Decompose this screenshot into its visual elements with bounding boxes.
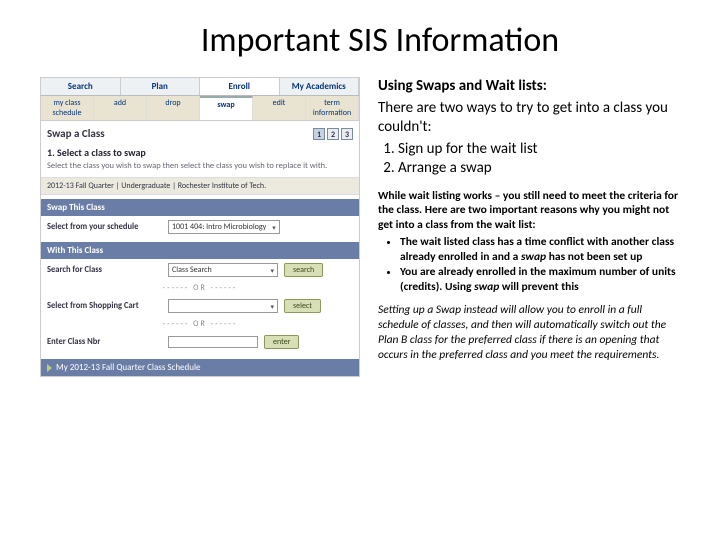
explanation-column: Using Swaps and Wait lists: There are tw… <box>378 77 680 377</box>
chevron-down-icon: ▾ <box>270 302 274 311</box>
shopping-cart-select[interactable]: ▾ <box>168 299 278 313</box>
secondary-tabs: my class schedule add drop swap edit ter… <box>41 96 359 121</box>
class-search-select[interactable]: Class Search ▾ <box>168 263 278 277</box>
class-search-value: Class Search <box>172 265 212 275</box>
tab-search[interactable]: Search <box>41 78 121 95</box>
reason-2: You are already enrolled in the maximum … <box>400 265 680 295</box>
subtab-term-info[interactable]: term information <box>306 96 359 120</box>
tab-plan[interactable]: Plan <box>121 78 201 95</box>
shopping-cart-label: Select from Shopping Cart <box>47 301 162 311</box>
enter-class-nbr-label: Enter Class Nbr <box>47 337 162 347</box>
class-schedule-accordion[interactable]: My 2012-13 Fall Quarter Class Schedule <box>41 359 359 376</box>
with-this-class-bar: With This Class <box>41 242 359 259</box>
subtab-schedule[interactable]: my class schedule <box>41 96 94 120</box>
subtab-swap[interactable]: swap <box>200 96 253 120</box>
subtab-add[interactable]: add <box>94 96 147 120</box>
swap-class-heading: Swap a Class <box>47 127 105 140</box>
waitlist-criteria-text: While wait listing works – you still nee… <box>378 189 680 234</box>
select-button[interactable]: select <box>284 299 321 313</box>
select-from-schedule-label: Select from your schedule <box>47 222 162 232</box>
accordion-label: My 2012-13 Fall Quarter Class Schedule <box>56 362 201 373</box>
step-3-icon: 3 <box>341 128 353 140</box>
page-title: Important SIS Information <box>40 20 680 61</box>
step-title: 1. Select a class to swap <box>41 142 359 161</box>
wizard-steps: 1 2 3 <box>313 128 353 140</box>
search-button[interactable]: search <box>284 263 323 277</box>
chevron-down-icon: ▾ <box>270 266 274 275</box>
using-swaps-heading: Using Swaps and Wait lists: <box>378 77 680 97</box>
chevron-down-icon: ▾ <box>272 223 276 232</box>
intro-text: There are two ways to try to get into a … <box>378 99 680 138</box>
tab-enroll[interactable]: Enroll <box>200 78 280 95</box>
step-2-icon: 2 <box>327 128 339 140</box>
primary-tabs: Search Plan Enroll My Academics <box>41 78 359 96</box>
subtab-edit[interactable]: edit <box>253 96 306 120</box>
term-info-row: 2012-13 Fall Quarter | Undergraduate | R… <box>41 177 359 195</box>
swap-explanation-text: Setting up a Swap instead will allow you… <box>378 303 680 363</box>
swap-this-class-bar: Swap This Class <box>41 199 359 216</box>
option-2: Arrange a swap <box>398 159 680 179</box>
sis-screenshot: Search Plan Enroll My Academics my class… <box>40 77 360 377</box>
enter-button[interactable]: enter <box>264 335 299 349</box>
step-1-icon: 1 <box>313 128 325 140</box>
reason-1: The wait listed class has a time conflic… <box>400 235 680 265</box>
tab-my-academics[interactable]: My Academics <box>280 78 360 95</box>
step-description: Select the class you wish to swap then s… <box>41 161 359 177</box>
search-for-class-label: Search for Class <box>47 265 162 275</box>
schedule-select-value: 1001 404: Intro Microbiology <box>172 222 266 232</box>
class-nbr-input[interactable] <box>168 336 258 348</box>
triangle-right-icon <box>47 364 52 372</box>
subtab-drop[interactable]: drop <box>147 96 200 120</box>
or-divider: ------ OR ------ <box>41 317 359 331</box>
schedule-select[interactable]: 1001 404: Intro Microbiology ▾ <box>168 220 280 234</box>
or-divider: ------ OR ------ <box>41 281 359 295</box>
option-1: Sign up for the wait list <box>398 140 680 160</box>
